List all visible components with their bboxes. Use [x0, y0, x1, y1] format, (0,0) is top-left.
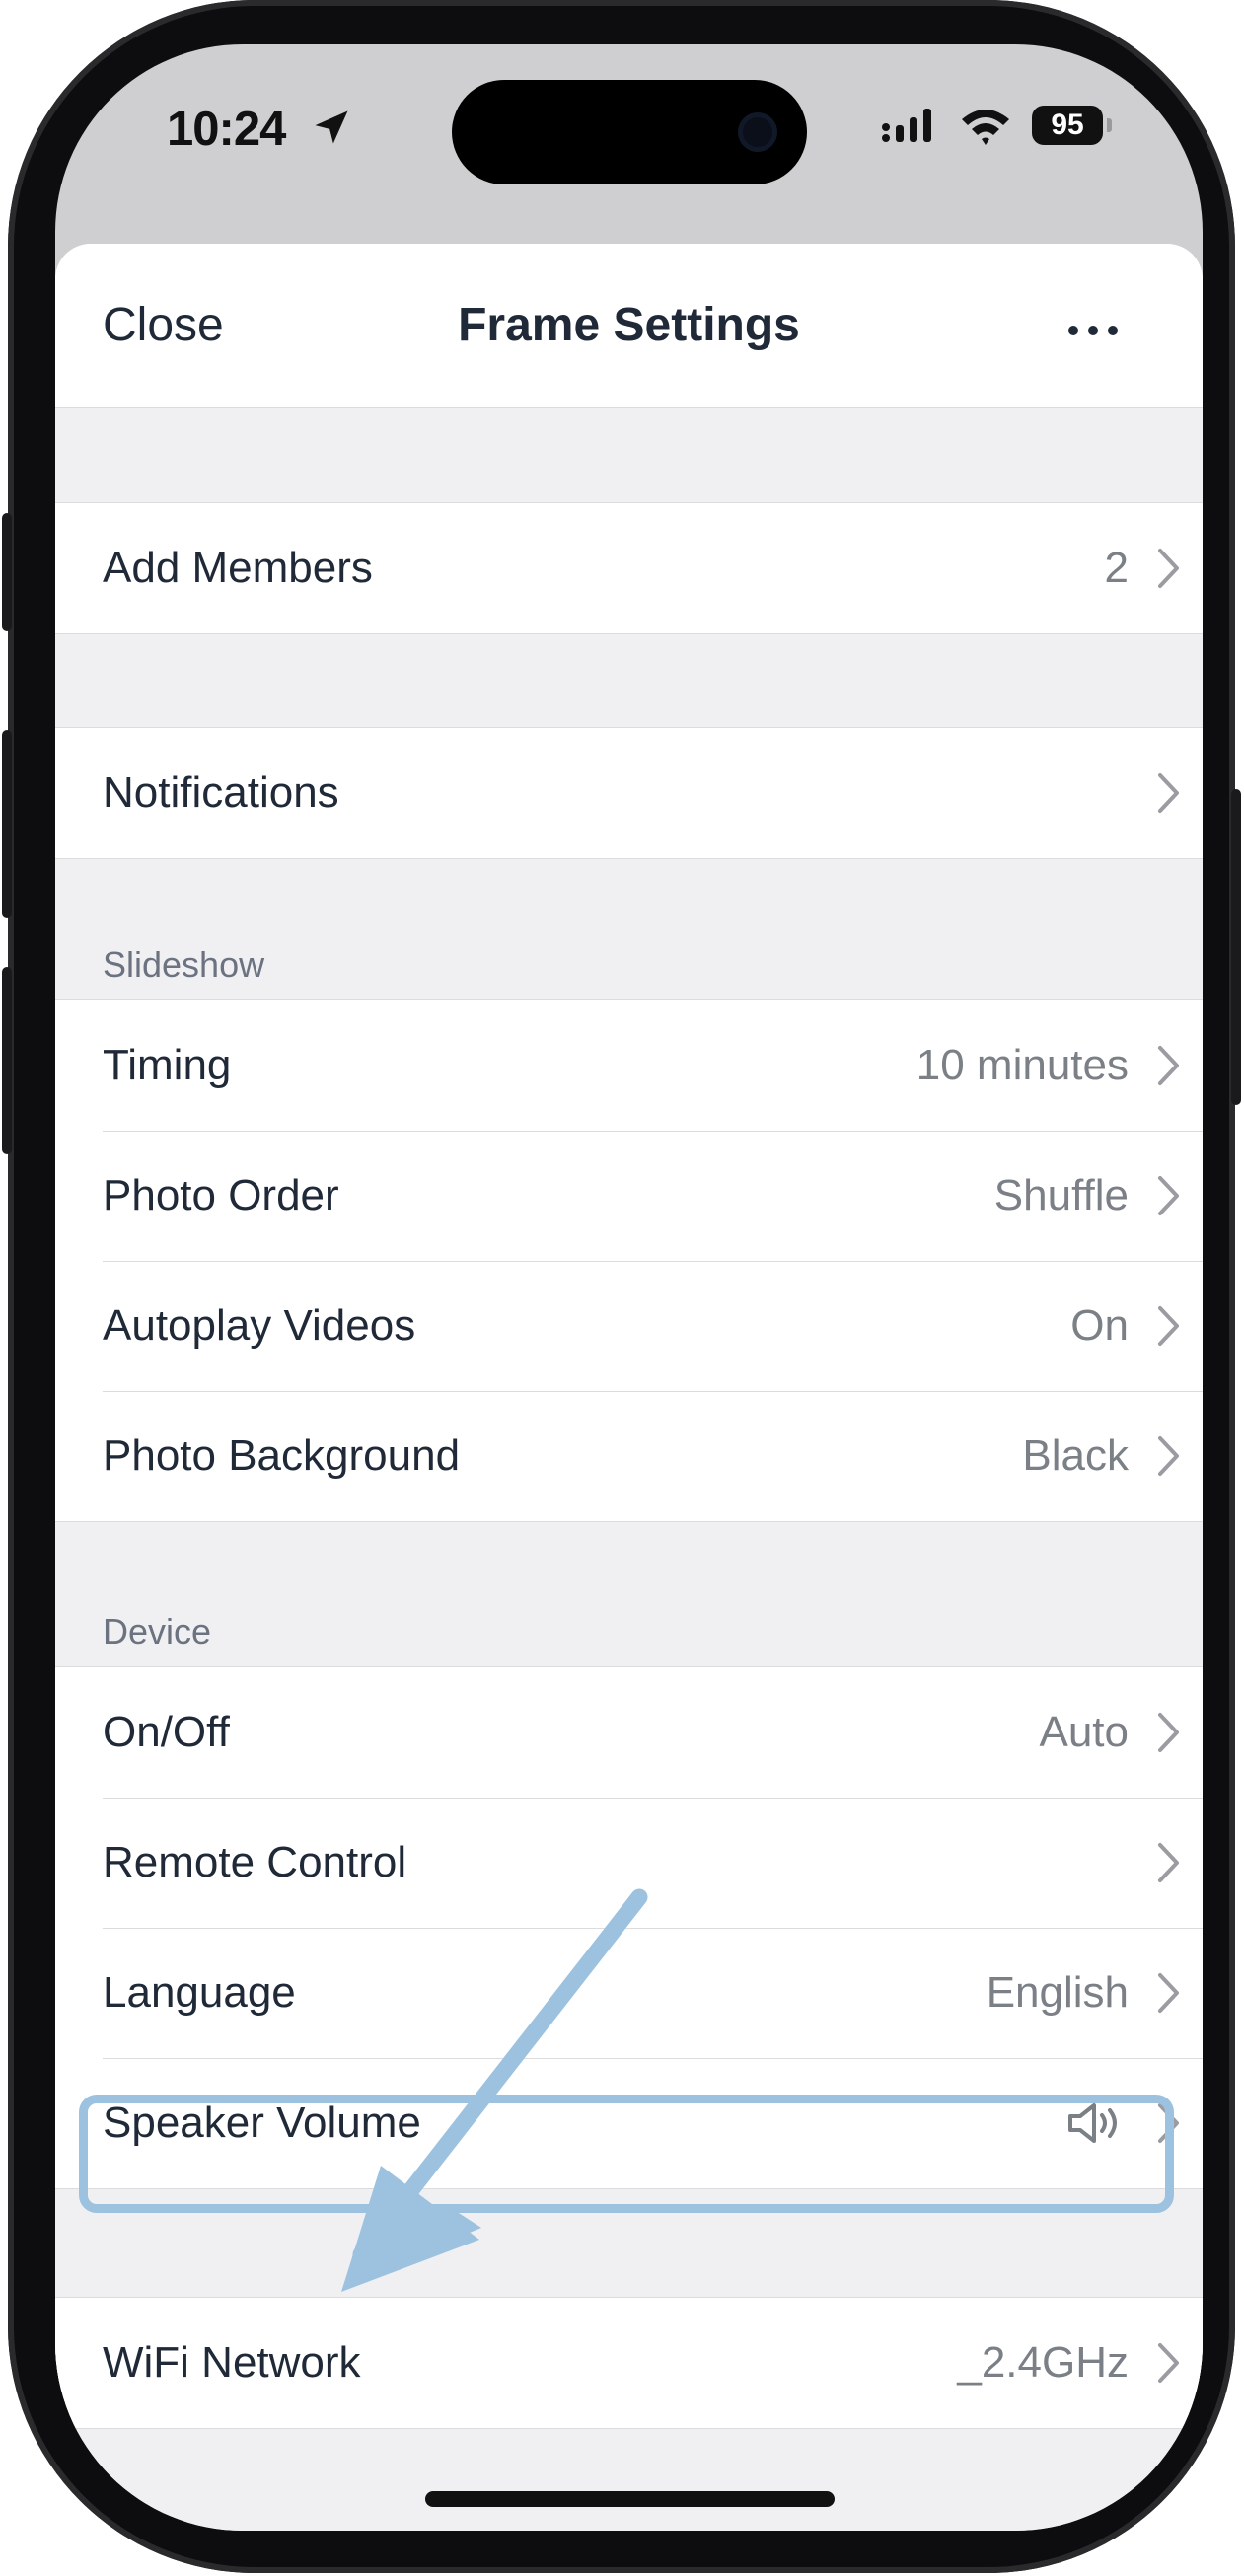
- wifi-icon: [962, 110, 1009, 145]
- on-off-row[interactable]: On/Off Auto: [55, 1667, 1203, 1798]
- row-value: English: [986, 1968, 1129, 2017]
- wifi-network-row[interactable]: WiFi Network _2.4GHz: [55, 2298, 1203, 2428]
- timing-row[interactable]: Timing 10 minutes: [55, 1000, 1203, 1131]
- row-label: Language: [103, 1968, 296, 2017]
- chevron-right-icon: [1158, 1713, 1179, 1752]
- notifications-group: Notifications: [55, 727, 1203, 859]
- section-header-device: Device: [103, 1611, 212, 1652]
- phone-frame: 10:24 95 Close Frame Settings Add Member…: [2, 0, 1241, 2573]
- camera-icon: [743, 117, 772, 147]
- chevron-right-icon: [1158, 1176, 1179, 1215]
- row-label: Add Members: [103, 544, 373, 592]
- page-title: Frame Settings: [458, 299, 800, 351]
- battery-indicator: 95: [1032, 106, 1103, 145]
- remote-control-row[interactable]: Remote Control: [55, 1798, 1203, 1928]
- chevron-right-icon: [1158, 549, 1179, 588]
- home-indicator: [425, 2491, 835, 2507]
- chevron-right-icon: [1158, 1843, 1179, 1882]
- status-bar: 10:24 95: [55, 44, 1203, 242]
- row-value: Shuffle: [993, 1171, 1129, 1219]
- row-label: Timing: [103, 1041, 232, 1089]
- power-button: [1231, 789, 1241, 1105]
- chevron-right-icon: [1158, 1306, 1179, 1346]
- notifications-row[interactable]: Notifications: [55, 728, 1203, 858]
- battery-tip: [1107, 118, 1112, 132]
- row-label: WiFi Network: [103, 2338, 361, 2387]
- row-value: _2.4GHz: [957, 2338, 1129, 2387]
- volume-up-button: [2, 730, 12, 918]
- section-header-slideshow: Slideshow: [103, 944, 265, 985]
- row-value: Black: [1022, 1432, 1129, 1480]
- row-label: Remote Control: [103, 1838, 407, 1886]
- location-arrow-icon: [315, 110, 348, 144]
- chevron-right-icon: [1158, 1436, 1179, 1476]
- chevron-right-icon: [1158, 1973, 1179, 2013]
- cellular-signal-icon: [882, 109, 931, 142]
- action-button: [2, 513, 12, 631]
- row-label: On/Off: [103, 1708, 230, 1756]
- nav-bar: Close Frame Settings: [55, 244, 1203, 408]
- autoplay-videos-row[interactable]: Autoplay Videos On: [55, 1261, 1203, 1391]
- chevron-right-icon: [1158, 773, 1179, 813]
- language-row[interactable]: Language English: [55, 1928, 1203, 2058]
- phone-screen: 10:24 95 Close Frame Settings Add Member…: [55, 44, 1203, 2531]
- row-label: Notifications: [103, 769, 339, 817]
- status-time: 10:24: [167, 103, 286, 156]
- row-value: Auto: [1039, 1708, 1129, 1756]
- volume-down-button: [2, 967, 12, 1154]
- row-label: Photo Order: [103, 1171, 339, 1219]
- row-label: Photo Background: [103, 1432, 461, 1480]
- more-options-icon[interactable]: [1066, 303, 1126, 352]
- wifi-group: WiFi Network _2.4GHz: [55, 2297, 1203, 2429]
- photo-order-row[interactable]: Photo Order Shuffle: [55, 1131, 1203, 1261]
- row-label: Autoplay Videos: [103, 1301, 416, 1350]
- add-members-row[interactable]: Add Members 2: [55, 503, 1203, 633]
- photo-background-row[interactable]: Photo Background Black: [55, 1391, 1203, 1521]
- row-value: 10 minutes: [915, 1041, 1129, 1089]
- slideshow-group: Timing 10 minutes Photo Order Shuffle Au…: [55, 999, 1203, 1522]
- row-value: 2: [1104, 544, 1129, 592]
- dynamic-island: [452, 80, 807, 184]
- row-value: On: [1070, 1301, 1129, 1350]
- members-group: Add Members 2: [55, 502, 1203, 634]
- highlight-box: [79, 2095, 1174, 2213]
- chevron-right-icon: [1158, 2343, 1179, 2383]
- chevron-right-icon: [1158, 1046, 1179, 1085]
